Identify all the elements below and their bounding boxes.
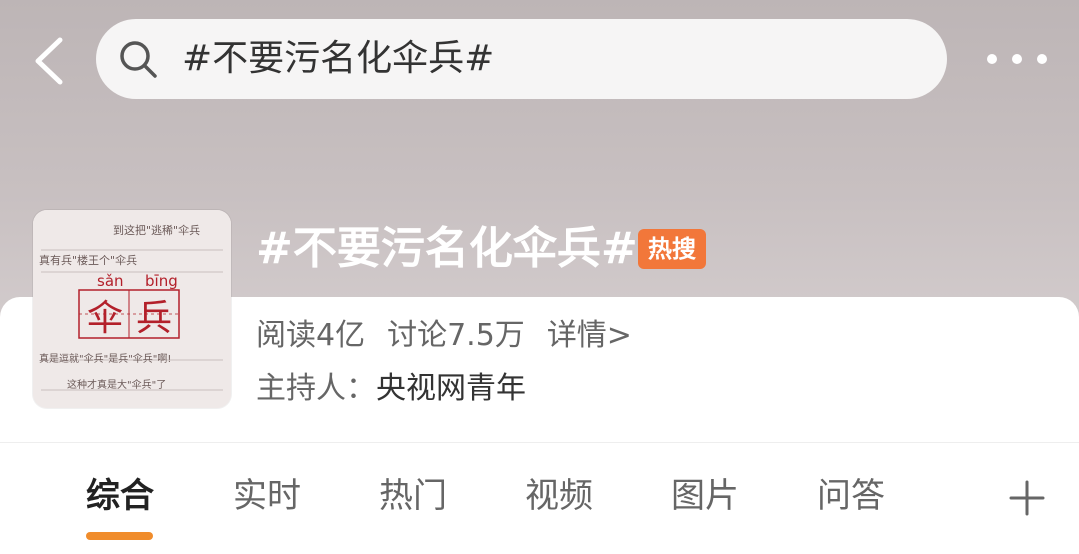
more-icon-dot: [1012, 54, 1022, 64]
thumbnail-artwork: 到这把"逃稀"伞兵 真有兵"楼王个"伞兵 sǎn bīng 伞 兵 真是逗就"伞…: [33, 210, 231, 408]
thumbnail-note: 这种才真是大"伞兵"了: [67, 378, 166, 391]
more-icon-dot: [1037, 54, 1047, 64]
topic-title: #不要污名化伞兵#: [256, 223, 638, 274]
read-count: 阅读4亿: [256, 318, 366, 353]
search-query: #不要污名化伞兵#: [182, 38, 495, 79]
discussion-count: 讨论7.5万: [387, 318, 525, 353]
tab-realtime[interactable]: 实时: [233, 472, 301, 520]
active-tab-indicator: [86, 532, 153, 540]
tab-video[interactable]: 视频: [525, 472, 593, 520]
thumbnail-note: 真有兵"楼王个"伞兵: [39, 253, 137, 267]
tab-hot[interactable]: 热门: [379, 472, 447, 520]
host-name[interactable]: 央视网青年: [376, 371, 526, 406]
topic-host: 主持人：央视网青年: [256, 369, 526, 409]
chevron-left-icon: [35, 37, 63, 85]
tab-images[interactable]: 图片: [671, 472, 739, 520]
thumbnail-pinyin: bīng: [145, 272, 178, 290]
thumbnail-note: 真是逗就"伞兵"是兵"伞兵"啊!: [39, 352, 171, 365]
thumbnail-pinyin: sǎn: [97, 272, 124, 290]
search-bar[interactable]: #不要污名化伞兵#: [96, 19, 947, 99]
details-link[interactable]: 详情>: [547, 318, 632, 353]
plus-icon: [1009, 480, 1045, 516]
tab-divider: [0, 442, 1079, 443]
tab-qa[interactable]: 问答: [817, 472, 885, 520]
search-icon: [120, 41, 157, 78]
more-button[interactable]: [985, 48, 1049, 72]
thumbnail-char: 伞: [87, 298, 123, 339]
tab-comprehensive[interactable]: 综合: [86, 472, 154, 520]
topic-stats: 阅读4亿 讨论7.5万 详情>: [256, 316, 654, 356]
host-label: 主持人：: [256, 371, 376, 406]
topic-thumbnail[interactable]: 到这把"逃稀"伞兵 真有兵"楼王个"伞兵 sǎn bīng 伞 兵 真是逗就"伞…: [33, 210, 231, 408]
add-tab-button[interactable]: [1008, 479, 1046, 517]
back-button[interactable]: [28, 36, 72, 86]
thumbnail-note: 到这把"逃稀"伞兵: [113, 223, 200, 237]
thumbnail-char: 兵: [136, 298, 172, 339]
more-icon-dot: [987, 54, 997, 64]
hot-search-badge: 热搜: [638, 229, 706, 269]
